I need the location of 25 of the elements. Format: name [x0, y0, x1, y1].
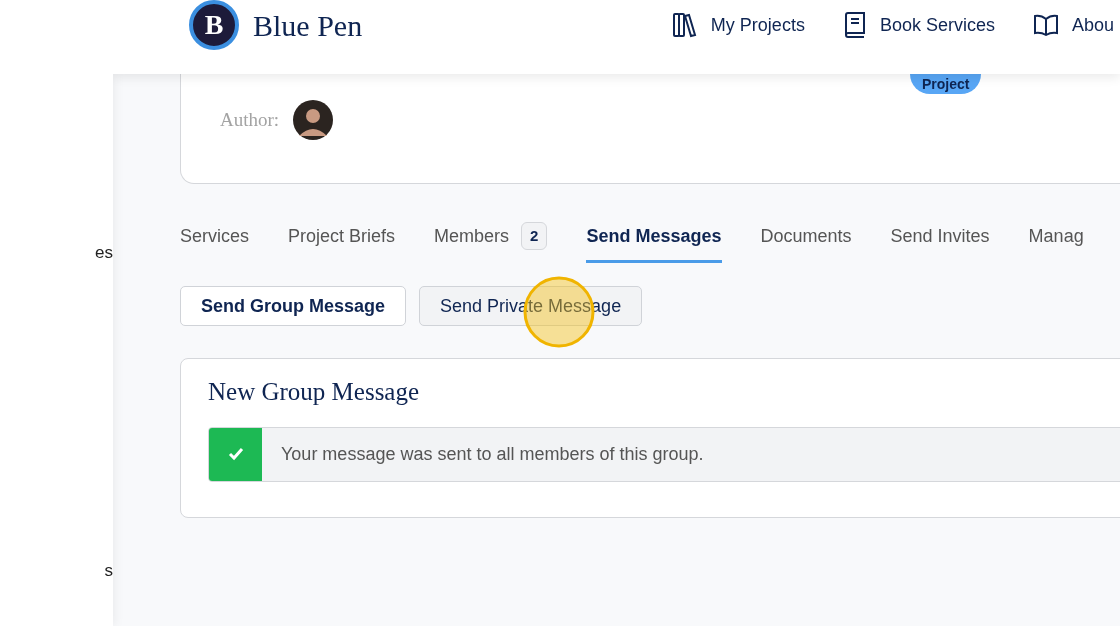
books-icon — [671, 12, 698, 38]
count-badge: 2 — [521, 222, 548, 250]
tab[interactable]: Members 2 — [434, 222, 548, 263]
message-type-button[interactable]: Send Group Message — [180, 286, 407, 326]
open-book-icon — [1032, 14, 1059, 36]
author-label: Author: — [220, 107, 280, 132]
logo-icon[interactable]: B — [189, 0, 239, 50]
book-icon — [842, 11, 867, 39]
sidebar-item[interactable]: es — [95, 240, 113, 266]
brand-name[interactable]: Blue Pen — [253, 2, 363, 48]
tab[interactable]: Documents — [760, 223, 852, 263]
author-avatar — [293, 100, 334, 140]
tab[interactable]: Manag — [1028, 223, 1084, 263]
sidebar-item[interactable]: s — [104, 558, 113, 584]
panel-title: New Group Message — [208, 377, 421, 407]
tab[interactable]: Send Invites — [890, 223, 990, 263]
nav-link[interactable]: Book Services — [879, 11, 995, 39]
project-badge: Project — [910, 74, 982, 94]
nav-link[interactable]: My Projects — [710, 11, 805, 39]
nav-link[interactable]: Abou — [1071, 11, 1114, 39]
alert-message: Your message was sent to all members of this group. — [281, 442, 704, 466]
tab[interactable]: Services — [180, 223, 250, 263]
tab[interactable]: Send Messages — [586, 223, 722, 263]
tab[interactable]: Project Briefs — [288, 223, 396, 263]
check-icon — [227, 447, 244, 461]
